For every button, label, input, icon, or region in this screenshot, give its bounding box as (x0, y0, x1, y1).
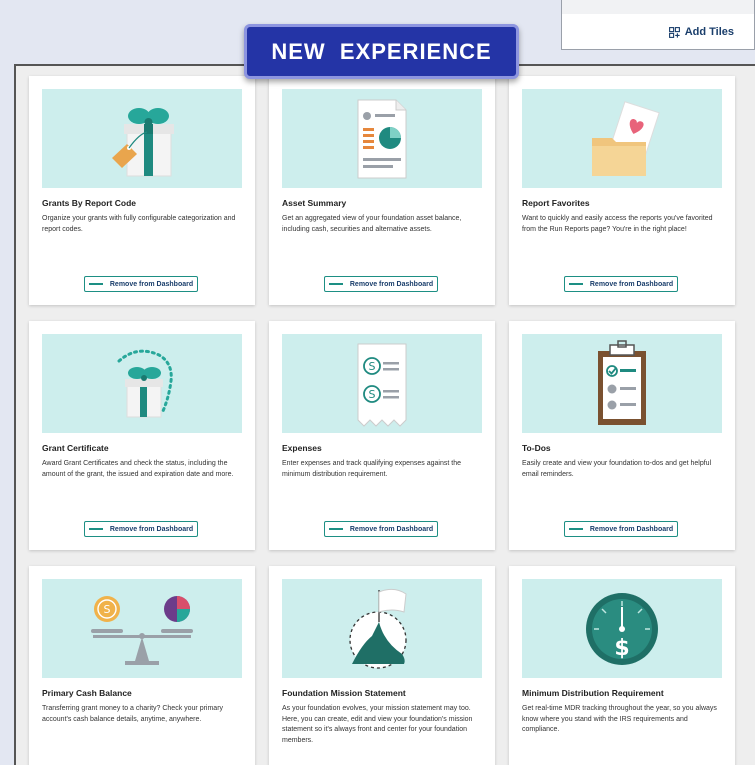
tile-title: Grants By Report Code (42, 198, 136, 208)
mountain-flag-icon (349, 588, 407, 669)
minus-icon (568, 283, 583, 285)
remove-label: Remove from Dashboard (109, 525, 194, 533)
minus-icon (328, 528, 343, 530)
report-favorites-illustration (522, 89, 722, 188)
remove-from-dashboard-button[interactable]: Remove from Dashboard (84, 276, 198, 292)
tile-description: Want to quickly and easily access the re… (522, 215, 713, 233)
remove-from-dashboard-button[interactable]: Remove from Dashboard (564, 521, 678, 537)
remove-label: Remove from Dashboard (109, 280, 194, 288)
tile-title: Report Favorites (522, 198, 590, 208)
gauge-dollar-icon: $ (586, 592, 658, 665)
tile-grants-by-report-code: Grants By Report Code Organize your gran… (29, 76, 255, 305)
tile-title: To-Dos (522, 443, 551, 453)
asset-summary-illustration (282, 89, 482, 188)
svg-text:$: $ (614, 636, 629, 661)
minus-icon (88, 283, 103, 285)
tile-to-dos: To-Dos Easily create and view your found… (509, 321, 735, 550)
folder-heart-icon (592, 100, 660, 176)
tile-asset-summary: Asset Summary Get an aggregated view of … (269, 76, 495, 305)
remove-from-dashboard-button[interactable]: Remove from Dashboard (324, 521, 438, 537)
gift-illustration (42, 89, 242, 188)
grant-certificate-illustration (42, 334, 242, 433)
tile-description: As your foundation evolves, your mission… (282, 705, 473, 744)
minus-icon (328, 283, 343, 285)
tile-title: Minimum Distribution Requirement (522, 688, 664, 698)
tile-description: Enter expenses and track qualifying expe… (282, 460, 462, 478)
gift-icon (112, 107, 174, 176)
tile-primary-cash-balance: S Primary Cash Balance Transferring gran… (29, 566, 255, 765)
tile-title: Grant Certificate (42, 443, 109, 453)
new-experience-label: NEW EXPERIENCE (271, 38, 492, 64)
svg-text:S: S (104, 603, 111, 616)
panel-header-strip (562, 0, 754, 14)
new-experience-banner: NEW EXPERIENCE (244, 24, 519, 79)
tile-description: Award Grant Certificates and check the s… (42, 460, 234, 478)
tile-description: Get an aggregated view of your foundatio… (282, 215, 462, 233)
tile-title: Primary Cash Balance (42, 688, 132, 698)
add-tiles-icon (668, 26, 680, 38)
tile-expenses: S S Expenses Enter expenses and track qu… (269, 321, 495, 550)
remove-label: Remove from Dashboard (349, 280, 434, 288)
minus-icon (88, 528, 103, 530)
remove-label: Remove from Dashboard (589, 280, 674, 288)
to-dos-illustration (522, 334, 722, 433)
receipt-icon: S S (357, 343, 407, 427)
svg-text:S: S (369, 388, 376, 401)
remove-from-dashboard-button[interactable]: Remove from Dashboard (84, 521, 198, 537)
tile-minimum-distribution-requirement: $ Minimum Distribution Requirement Get r… (509, 566, 735, 765)
expenses-illustration: S S (282, 334, 482, 433)
primary-cash-balance-illustration: S (42, 579, 242, 678)
scale-icon: S (91, 595, 193, 665)
remove-from-dashboard-button[interactable]: Remove from Dashboard (564, 276, 678, 292)
tile-grant-certificate: Grant Certificate Award Grant Certificat… (29, 321, 255, 550)
minus-icon (568, 528, 583, 530)
add-tiles-panel: Add Tiles (561, 0, 755, 50)
tile-title: Expenses (282, 443, 322, 453)
tile-description: Get real-time MDR tracking throughout th… (522, 705, 717, 733)
tile-title: Foundation Mission Statement (282, 688, 406, 698)
gift-certificate-icon (117, 349, 173, 417)
remove-from-dashboard-button[interactable]: Remove from Dashboard (324, 276, 438, 292)
svg-text:S: S (369, 360, 376, 373)
tile-title: Asset Summary (282, 198, 347, 208)
tile-foundation-mission-statement: Foundation Mission Statement As your fou… (269, 566, 495, 765)
dashboard-tile-grid: Grants By Report Code Organize your gran… (14, 64, 755, 765)
tile-description: Organize your grants with fully configur… (42, 215, 236, 233)
report-pie-icon (357, 99, 407, 178)
add-tiles-label: Add Tiles (684, 26, 734, 38)
tile-description: Transferring grant money to a charity? C… (42, 705, 224, 723)
mission-statement-illustration (282, 579, 482, 678)
remove-label: Remove from Dashboard (349, 525, 434, 533)
clipboard-icon (598, 339, 646, 425)
remove-label: Remove from Dashboard (589, 525, 674, 533)
tile-report-favorites: Report Favorites Want to quickly and eas… (509, 76, 735, 305)
tile-description: Easily create and view your foundation t… (522, 460, 712, 478)
add-tiles-button[interactable]: Add Tiles (668, 26, 734, 38)
mdr-illustration: $ (522, 579, 722, 678)
